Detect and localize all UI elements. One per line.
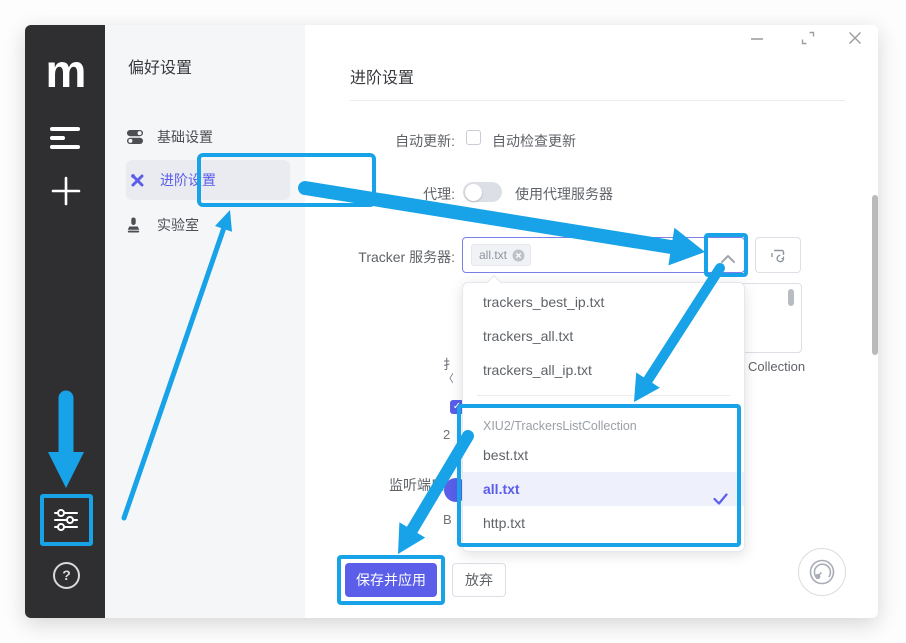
clipped-text-collection: Collection xyxy=(748,359,805,374)
sidebar-item-label: 实验室 xyxy=(157,215,199,235)
preferences-sliders-icon[interactable] xyxy=(52,506,80,534)
lab-stamp-icon xyxy=(126,217,144,234)
add-task-icon[interactable] xyxy=(50,175,82,207)
preferences-title: 偏好设置 xyxy=(128,54,192,78)
title-divider xyxy=(350,100,845,101)
toggles-icon xyxy=(126,129,144,146)
proxy-toggle[interactable] xyxy=(463,182,502,202)
maximize-button[interactable] xyxy=(799,29,817,47)
dropdown-divider xyxy=(477,395,730,396)
dropdown-option[interactable]: trackers_best_ip.txt xyxy=(463,285,744,319)
toggle-knob xyxy=(465,184,482,201)
tracker-tag-label: all.txt xyxy=(479,248,507,262)
proxy-label: 代理: xyxy=(305,184,455,204)
speed-limit-button[interactable] xyxy=(798,548,846,596)
clipped-text-fragment: B xyxy=(443,512,451,527)
preferences-panel: 偏好设置 基础设置 进阶设置 xyxy=(105,25,305,618)
highlight-box-chevron xyxy=(704,233,748,277)
sync-list-icon xyxy=(769,247,787,264)
sync-trackers-button[interactable] xyxy=(755,237,801,273)
minimize-button[interactable] xyxy=(748,29,766,47)
motrix-logo: m xyxy=(45,51,85,95)
sidebar-item-lab[interactable]: 实验室 xyxy=(126,211,290,239)
auto-update-checkbox-label: 自动检查更新 xyxy=(492,131,576,151)
dropdown-option[interactable]: trackers_all_ip.txt xyxy=(463,353,744,387)
highlight-box-dropdown-section xyxy=(457,404,741,547)
tracker-tag[interactable]: all.txt xyxy=(471,244,531,266)
tracker-select-input[interactable]: all.txt xyxy=(462,237,745,273)
app-sidebar: m ? xyxy=(25,25,105,618)
task-list-icon-bar xyxy=(50,127,80,131)
screenshot-canvas: m ? 偏好设置 xyxy=(0,0,906,643)
task-list-icon-bar xyxy=(50,145,80,149)
tools-icon xyxy=(129,172,147,189)
dropdown-option[interactable]: trackers_all.txt xyxy=(463,319,744,353)
task-list-icon-bar xyxy=(50,136,65,140)
window-scrollbar[interactable] xyxy=(872,195,878,355)
textarea-scrollbar[interactable] xyxy=(788,289,794,306)
tracker-label: Tracker 服务器: xyxy=(305,247,455,267)
clipped-text-fragment: 〈 xyxy=(443,370,453,386)
speedometer-icon xyxy=(807,557,837,587)
highlight-box-save-button xyxy=(337,555,445,605)
listen-port-label: 监听端口 xyxy=(295,475,445,495)
page-title: 进阶设置 xyxy=(350,64,414,88)
app-window: m ? 偏好设置 xyxy=(25,25,878,618)
sidebar-item-basic-settings[interactable]: 基础设置 xyxy=(126,123,290,151)
auto-update-checkbox[interactable] xyxy=(466,130,481,145)
sidebar-item-label: 基础设置 xyxy=(157,127,213,147)
proxy-toggle-label: 使用代理服务器 xyxy=(515,184,613,204)
discard-button[interactable]: 放弃 xyxy=(452,563,506,597)
tag-close-icon[interactable] xyxy=(512,249,525,262)
close-button[interactable] xyxy=(846,29,864,47)
auto-update-label: 自动更新: xyxy=(305,131,455,151)
task-list-icon[interactable] xyxy=(50,127,80,149)
clipped-text-fragment: 2 xyxy=(443,427,450,442)
help-icon[interactable]: ? xyxy=(53,562,80,589)
